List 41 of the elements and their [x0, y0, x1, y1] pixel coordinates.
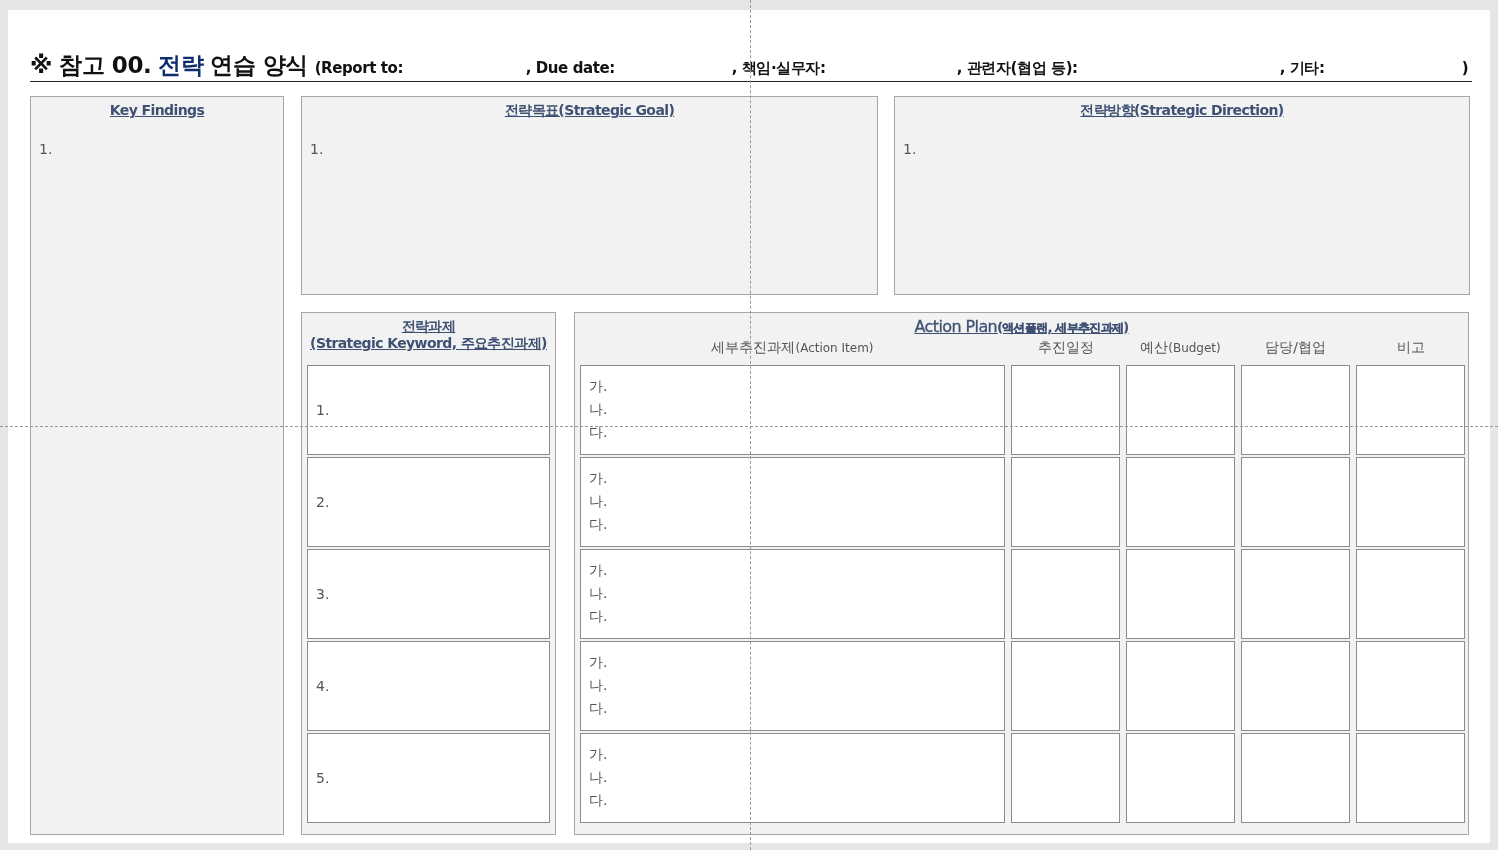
list-number: 1.	[309, 141, 325, 157]
list-marker: 다.	[589, 423, 609, 442]
header-field-label: , 기타:	[1279, 59, 1325, 77]
header-field-label: (Report to:	[314, 59, 404, 77]
list-marker: 나.	[589, 584, 609, 603]
list-number: 1.	[902, 141, 918, 157]
list-marker: 나.	[589, 400, 609, 419]
task-cell: 1.	[307, 365, 550, 455]
header-field-label: , 관련자(협업 등):	[956, 59, 1078, 77]
header-field-label: )	[1461, 59, 1469, 77]
list-marker: 다.	[589, 791, 609, 810]
column-header: 세부추진과제(Action Item)	[710, 338, 875, 357]
list-number: 1.	[38, 141, 54, 157]
column-header: 추진일정	[1036, 338, 1095, 357]
slide-title: 연습 양식	[210, 51, 308, 80]
panel-heading: Action Plan(액션플랜, 세부추진과제)	[913, 316, 1130, 337]
list-marker: 나.	[589, 676, 609, 695]
task-cell: 4.	[307, 641, 550, 731]
panel-heading: Key Findings	[108, 101, 206, 119]
task-cell: 2.	[307, 457, 550, 547]
task-cell: 5.	[307, 733, 550, 823]
list-marker: 나.	[589, 492, 609, 511]
list-marker: 가.	[589, 561, 609, 580]
list-marker: 가.	[589, 745, 609, 764]
list-marker: 가.	[589, 653, 609, 672]
slide-title: 전략	[158, 51, 204, 80]
panel-heading: 전략목표(Strategic Goal)	[503, 101, 676, 119]
list-marker: 가.	[589, 377, 609, 396]
list-marker: 나.	[589, 768, 609, 787]
list-marker: 가.	[589, 469, 609, 488]
list-marker: 다.	[589, 699, 609, 718]
header-field-label: , Due date:	[525, 59, 615, 77]
column-header: 비고	[1395, 338, 1426, 357]
panel-heading: 전략방향(Strategic Direction)	[1079, 101, 1285, 119]
column-header: 담당/협업	[1264, 338, 1327, 357]
header-field-label: , 책임·실무자:	[731, 59, 826, 77]
column-header: 예산(Budget)	[1139, 338, 1222, 357]
task-cell: 3.	[307, 549, 550, 639]
list-marker: 다.	[589, 515, 609, 534]
slide-title: ※ 참고 00.	[30, 51, 152, 80]
list-marker: 다.	[589, 607, 609, 626]
